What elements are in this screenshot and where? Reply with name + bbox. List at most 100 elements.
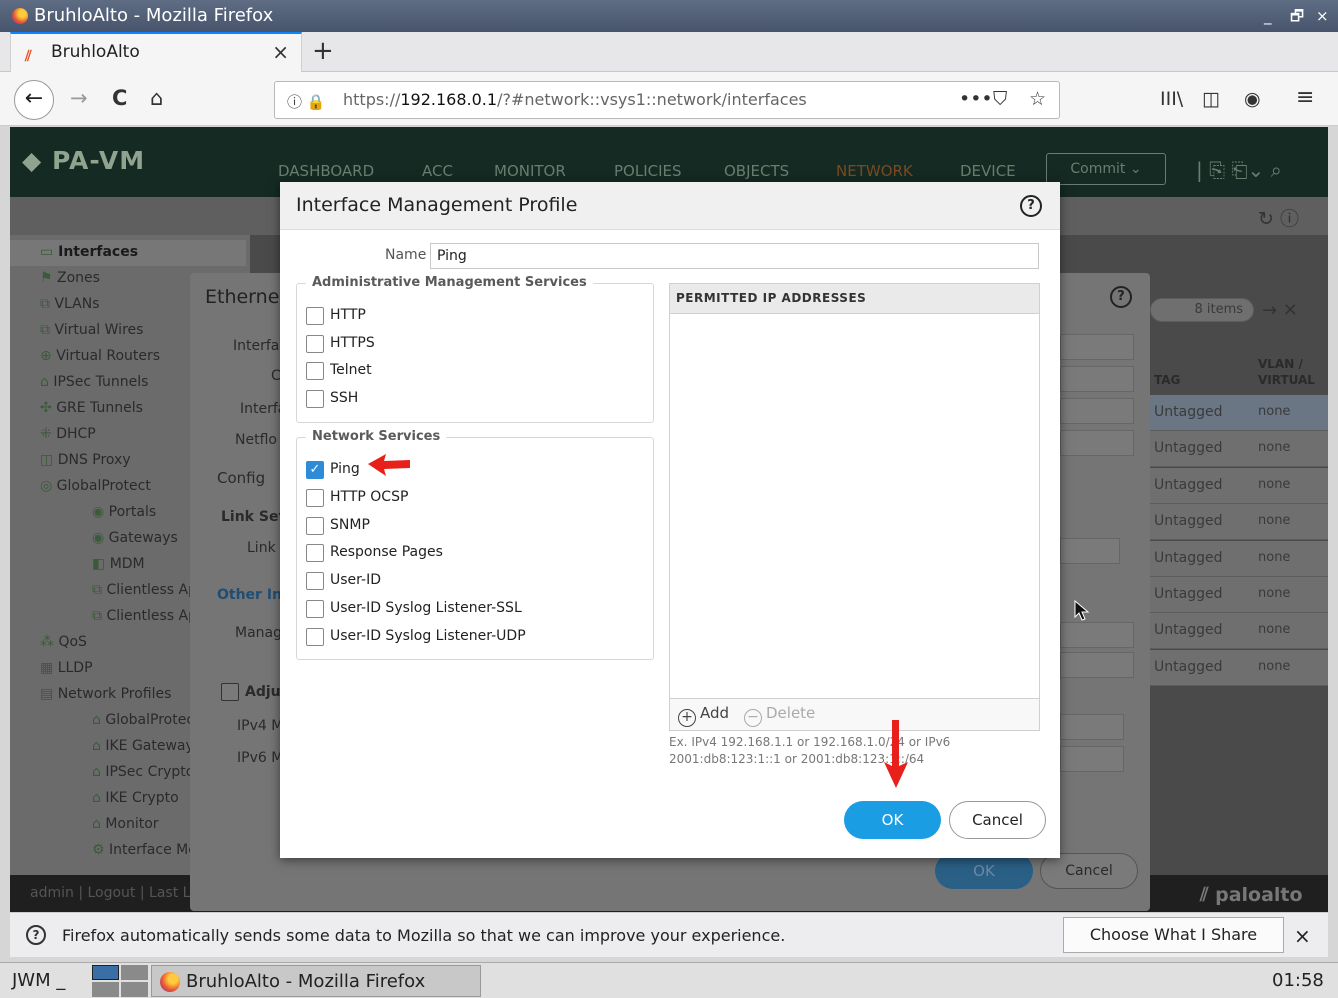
sidebar-item[interactable]: ◉ Portals bbox=[92, 504, 156, 520]
pocket-icon[interactable]: ⛉ bbox=[993, 88, 1007, 110]
checkbox-https[interactable] bbox=[306, 334, 324, 353]
expand-close-icon[interactable]: → ✕ bbox=[1262, 300, 1298, 321]
sidebar-item[interactable]: ⚑ Zones bbox=[40, 270, 100, 286]
checkbox-user-id[interactable] bbox=[306, 572, 324, 591]
account-icon[interactable]: ◉ bbox=[1244, 88, 1261, 110]
eth-ok-button[interactable]: OK bbox=[935, 853, 1033, 889]
eth-input-field[interactable] bbox=[1060, 334, 1134, 360]
back-button[interactable]: ← bbox=[14, 80, 54, 120]
checkbox-snmp[interactable] bbox=[306, 516, 324, 535]
eth-adjust-checkbox[interactable] bbox=[221, 683, 239, 701]
tab-dashboard[interactable]: DASHBOARD bbox=[278, 162, 374, 180]
help-icon[interactable]: ? bbox=[1020, 195, 1042, 217]
tab-monitor[interactable]: MONITOR bbox=[494, 162, 566, 180]
minimize-icon[interactable]: _ bbox=[1264, 0, 1272, 32]
checkbox-label[interactable]: SSH bbox=[330, 390, 358, 406]
sidebar-item[interactable]: ⁂ QoS bbox=[40, 634, 87, 650]
tab-network[interactable]: NETWORK bbox=[836, 162, 913, 180]
checkbox-response-pages[interactable] bbox=[306, 544, 324, 563]
eth-input-field[interactable] bbox=[1060, 746, 1124, 772]
sidebar-item[interactable]: ◉ Gateways bbox=[92, 530, 178, 546]
table-row[interactable]: Untagged none bbox=[1150, 467, 1328, 504]
sidebar-item[interactable]: ▤ Network Profiles bbox=[40, 686, 171, 702]
eth-input-field[interactable] bbox=[1060, 398, 1134, 424]
sidebar-item[interactable]: ◎ GlobalProtect bbox=[40, 478, 151, 494]
checkbox-label[interactable]: User-ID Syslog Listener-UDP bbox=[330, 628, 526, 644]
sidebar-item[interactable]: ⧉ VLANs bbox=[40, 296, 100, 312]
jwm-menu-button[interactable]: JWM _ bbox=[12, 970, 65, 991]
sidebar-item[interactable]: ⊕ Virtual Routers bbox=[40, 348, 160, 364]
sidebar-item[interactable]: ◫ DNS Proxy bbox=[40, 452, 131, 468]
commit-button[interactable]: Commit ⌄ bbox=[1046, 153, 1166, 185]
eth-input-field[interactable] bbox=[1060, 622, 1134, 648]
checkbox-label[interactable]: Ping bbox=[330, 461, 360, 477]
eth-input-field[interactable] bbox=[1060, 652, 1134, 678]
page-actions-icon[interactable]: ••• bbox=[959, 88, 993, 110]
table-row[interactable]: Untagged none bbox=[1150, 431, 1328, 468]
toolbar-icons[interactable]: | ⎘ ⎗⌄ ⌕ bbox=[1196, 158, 1282, 182]
new-tab-button[interactable]: + bbox=[312, 36, 334, 66]
home-button[interactable]: ⌂ bbox=[150, 86, 163, 110]
cancel-button[interactable]: Cancel bbox=[949, 801, 1046, 839]
permitted-ip-grid[interactable] bbox=[669, 283, 1040, 731]
choose-what-i-share-button[interactable]: Choose What I Share bbox=[1063, 917, 1284, 953]
sidebar-item[interactable]: ⌂ IKE Crypto bbox=[92, 790, 179, 806]
table-row[interactable]: Untagged none bbox=[1150, 577, 1328, 613]
checkbox-user-id-syslog-listener-ssl[interactable] bbox=[306, 600, 324, 618]
table-row[interactable]: Untagged none bbox=[1150, 613, 1328, 650]
table-row[interactable]: Untagged none bbox=[1150, 504, 1328, 541]
sidebar-item[interactable]: ⌂ IKE Gateways bbox=[92, 738, 201, 754]
checkbox-http[interactable] bbox=[306, 307, 324, 325]
checkbox-label[interactable]: HTTP OCSP bbox=[330, 489, 408, 505]
tab-close-icon[interactable]: × bbox=[272, 40, 289, 64]
tab-acc[interactable]: ACC bbox=[422, 162, 453, 180]
checkbox-ssh[interactable] bbox=[306, 390, 324, 409]
sidebar-item[interactable]: ⌂ IPSec Crypto bbox=[92, 764, 194, 780]
refresh-help-icons[interactable]: ↻ ⓘ bbox=[1258, 204, 1299, 231]
url-bar[interactable]: ⓘ 🔒 https://192.168.0.1/?#network::vsys1… bbox=[274, 81, 1060, 119]
checkbox-label[interactable]: Response Pages bbox=[330, 544, 443, 560]
sidebar-toggle-icon[interactable]: ◫ bbox=[1202, 88, 1220, 110]
checkbox-label[interactable]: SNMP bbox=[330, 517, 370, 533]
delete-ip-button[interactable]: − Delete bbox=[744, 704, 815, 727]
tab-device[interactable]: DEVICE bbox=[960, 162, 1016, 180]
library-icon[interactable]: III\ bbox=[1160, 88, 1183, 110]
table-row[interactable]: Untagged none bbox=[1150, 395, 1328, 431]
sidebar-item[interactable]: ⧉ Virtual Wires bbox=[40, 322, 143, 338]
sidebar-item[interactable]: ▭ Interfaces bbox=[40, 244, 138, 260]
sidebar-item[interactable]: ⌂ Monitor bbox=[92, 816, 159, 832]
checkbox-label[interactable]: HTTP bbox=[330, 307, 366, 323]
tab-bruhloalto[interactable]: ⫽ BruhloAlto × bbox=[10, 32, 302, 72]
sidebar-item[interactable]: ⧉ Clientless App bbox=[92, 608, 206, 624]
notification-close-icon[interactable]: × bbox=[1294, 924, 1311, 948]
eth-help-icon[interactable]: ? bbox=[1110, 286, 1132, 308]
reload-button[interactable]: C bbox=[112, 86, 127, 110]
tab-policies[interactable]: POLICIES bbox=[614, 162, 682, 180]
bookmark-star-icon[interactable]: ☆ bbox=[1029, 88, 1046, 110]
site-info-lock-icon[interactable]: ⓘ 🔒 bbox=[287, 91, 325, 112]
checkbox-label[interactable]: User-ID bbox=[330, 572, 381, 588]
table-row[interactable]: Untagged none bbox=[1150, 540, 1328, 577]
table-row[interactable]: Untagged none bbox=[1150, 649, 1328, 686]
eth-input-field[interactable] bbox=[1060, 714, 1124, 740]
checkbox-http-ocsp[interactable] bbox=[306, 488, 324, 507]
sidebar-item[interactable]: ⁜ DHCP bbox=[40, 426, 96, 442]
checkbox-label[interactable]: Telnet bbox=[330, 362, 372, 378]
checkbox-ping[interactable]: ✓ bbox=[306, 461, 324, 479]
taskbar-firefox-window[interactable]: BruhloAlto - Mozilla Firefox bbox=[151, 965, 481, 997]
tab-objects[interactable]: OBJECTS bbox=[724, 162, 789, 180]
eth-input-field[interactable] bbox=[1060, 538, 1120, 564]
sidebar-item[interactable]: ◧ MDM bbox=[92, 556, 145, 572]
menu-icon[interactable]: ≡ bbox=[1296, 85, 1314, 110]
desktop-pager[interactable] bbox=[92, 965, 148, 997]
url-text[interactable]: https://192.168.0.1/?#network::vsys1::ne… bbox=[343, 90, 807, 109]
maximize-icon[interactable]: 🗗 bbox=[1290, 0, 1304, 32]
checkbox-label[interactable]: HTTPS bbox=[330, 335, 375, 351]
close-window-icon[interactable]: × bbox=[1316, 0, 1329, 32]
add-ip-button[interactable]: + Add bbox=[678, 704, 729, 727]
checkbox-label[interactable]: User-ID Syslog Listener-SSL bbox=[330, 600, 522, 616]
eth-cancel-button[interactable]: Cancel bbox=[1040, 853, 1138, 889]
ok-button[interactable]: OK bbox=[844, 801, 941, 839]
forward-button[interactable]: → bbox=[70, 86, 88, 110]
name-input[interactable] bbox=[430, 243, 1039, 269]
